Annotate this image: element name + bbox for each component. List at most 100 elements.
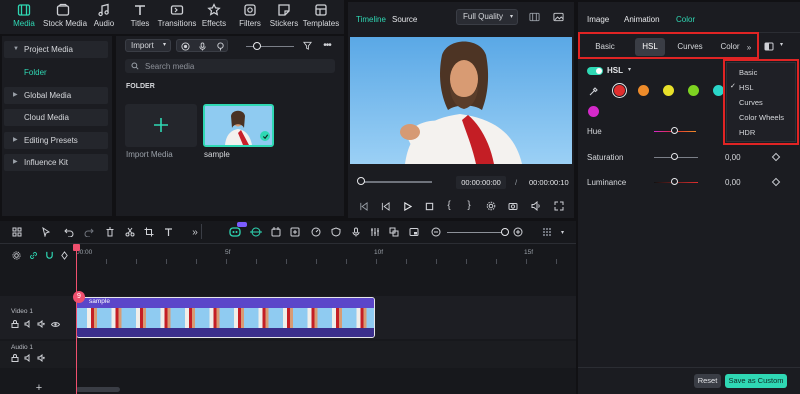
swatch-magenta[interactable] xyxy=(588,106,599,117)
speed-icon[interactable] xyxy=(310,226,322,238)
keyframe-diamond-icon[interactable] xyxy=(771,152,781,162)
select-tool-icon[interactable] xyxy=(40,226,52,238)
save-as-custom-button[interactable]: Save as Custom xyxy=(725,374,787,388)
sidebar-item-folder[interactable]: Folder xyxy=(4,64,108,81)
more-options-icon[interactable]: ••• xyxy=(321,40,333,51)
tab-source[interactable]: Source xyxy=(392,15,417,24)
zoom-slider-track[interactable] xyxy=(447,232,505,233)
swatch-red[interactable] xyxy=(614,85,625,96)
lock-icon[interactable] xyxy=(11,320,19,328)
voiceover-icon[interactable] xyxy=(215,41,225,51)
camera-icon[interactable] xyxy=(507,200,519,212)
step-back-icon[interactable] xyxy=(379,200,391,212)
search-input[interactable]: Search media xyxy=(125,59,335,73)
auto-reframe-icon[interactable] xyxy=(250,226,262,238)
previous-frame-icon[interactable] xyxy=(357,200,369,212)
sidebar-item-project-media[interactable]: ▼ Project Media xyxy=(4,41,108,58)
filter-icon[interactable] xyxy=(302,40,312,50)
playback-progress-track[interactable] xyxy=(360,181,432,183)
zoom-slider-knob[interactable] xyxy=(501,228,509,236)
quality-select[interactable]: Full Quality ▾ xyxy=(456,9,518,25)
video-clip[interactable]: sample xyxy=(76,297,375,338)
toolbar-stickers[interactable]: Stickers xyxy=(264,2,304,32)
redo-icon[interactable] xyxy=(83,226,95,238)
add-track-icon[interactable]: + xyxy=(34,382,44,394)
text-icon[interactable] xyxy=(163,226,175,238)
thumbnail-size-knob[interactable] xyxy=(253,42,261,50)
stop-icon[interactable] xyxy=(423,200,435,212)
crop-icon[interactable] xyxy=(143,226,155,238)
reset-button[interactable]: Reset xyxy=(694,374,721,388)
mark-out-icon[interactable]: } xyxy=(464,199,474,211)
fullscreen-icon[interactable] xyxy=(553,200,565,212)
replace-icon[interactable] xyxy=(388,226,400,238)
mark-icon[interactable] xyxy=(270,226,282,238)
eyedropper-icon[interactable] xyxy=(588,85,600,97)
mark-in-icon[interactable]: { xyxy=(444,199,454,211)
track-settings-icon[interactable] xyxy=(11,250,21,260)
tab-animation[interactable]: Animation xyxy=(624,15,660,24)
sidebar-item-global-media[interactable]: ▶ Global Media xyxy=(4,87,108,104)
eye-icon[interactable] xyxy=(51,320,60,328)
chevron-down-icon[interactable]: ▾ xyxy=(780,41,783,48)
swatch-yellow[interactable] xyxy=(663,85,674,96)
import-media-tile[interactable] xyxy=(125,104,197,147)
import-button[interactable]: Import ▾ xyxy=(125,39,171,52)
volume-icon[interactable] xyxy=(530,200,542,212)
grid-view-icon[interactable] xyxy=(541,226,553,238)
grid-icon[interactable] xyxy=(528,11,540,23)
toolbar-transitions[interactable]: Transitions xyxy=(157,2,197,32)
toolbar-templates[interactable]: Templates xyxy=(301,2,341,32)
playhead-handle[interactable] xyxy=(73,244,80,251)
hsl-toggle[interactable] xyxy=(587,67,603,75)
swatch-orange[interactable] xyxy=(638,85,649,96)
undo-icon[interactable] xyxy=(63,226,75,238)
toolbar-audio[interactable]: Audio xyxy=(84,2,124,32)
delete-icon[interactable] xyxy=(104,226,116,238)
volume-icon[interactable] xyxy=(24,354,32,362)
tab-image[interactable]: Image xyxy=(587,15,609,24)
horizontal-scrollbar[interactable] xyxy=(76,387,120,392)
toolbar-stock-media[interactable]: Stock Media xyxy=(43,2,87,32)
play-icon[interactable] xyxy=(401,200,413,212)
ai-assistant-icon[interactable] xyxy=(229,226,241,238)
lock-icon[interactable] xyxy=(11,354,19,362)
playback-progress-knob[interactable] xyxy=(357,177,365,185)
sidebar-item-influence-kit[interactable]: ▶ Influence Kit xyxy=(4,154,108,171)
toolbar-media[interactable]: Media xyxy=(4,2,44,32)
swatch-green[interactable] xyxy=(688,85,699,96)
marker-icon[interactable] xyxy=(59,250,69,260)
toolbar-titles[interactable]: Titles xyxy=(120,2,160,32)
tab-timeline[interactable]: Timeline xyxy=(356,15,386,24)
layout-icon[interactable] xyxy=(11,226,23,238)
record-screen-icon[interactable] xyxy=(180,41,190,51)
playhead-line[interactable] xyxy=(76,245,77,394)
volume-icon[interactable] xyxy=(24,320,32,328)
magnet-icon[interactable] xyxy=(44,250,54,260)
more-tools-icon[interactable]: » xyxy=(189,226,201,238)
keyframe-diamond-icon[interactable] xyxy=(771,177,781,187)
sidebar-item-cloud-media[interactable]: Cloud Media xyxy=(4,109,108,126)
sidebar-item-editing-presets[interactable]: ▶ Editing Presets xyxy=(4,132,108,149)
microphone-icon[interactable] xyxy=(350,226,362,238)
zoom-out-icon[interactable] xyxy=(430,226,442,238)
luminance-slider-knob[interactable] xyxy=(671,178,678,185)
stock-icon[interactable] xyxy=(289,226,301,238)
zoom-in-icon[interactable] xyxy=(512,226,524,238)
tab-color[interactable]: Color xyxy=(676,15,695,24)
hue-slider-knob[interactable] xyxy=(671,127,678,134)
microphone-icon[interactable] xyxy=(197,41,207,51)
time-ruler[interactable] xyxy=(76,259,566,264)
luminance-value[interactable]: 0,00 xyxy=(725,178,741,187)
video-preview[interactable] xyxy=(350,37,572,164)
snapshot-icon[interactable] xyxy=(552,11,564,23)
chevron-down-icon[interactable]: ▾ xyxy=(628,66,631,73)
saturation-slider-knob[interactable] xyxy=(671,153,678,160)
chevron-down-icon[interactable]: ▾ xyxy=(561,229,564,236)
link-icon[interactable] xyxy=(28,250,38,260)
current-timecode[interactable]: 00:00:00:00 xyxy=(456,176,506,189)
saturation-value[interactable]: 0,00 xyxy=(725,153,741,162)
toolbar-effects[interactable]: Effects xyxy=(194,2,234,32)
split-icon[interactable] xyxy=(124,226,136,238)
mute-icon[interactable] xyxy=(37,354,45,362)
